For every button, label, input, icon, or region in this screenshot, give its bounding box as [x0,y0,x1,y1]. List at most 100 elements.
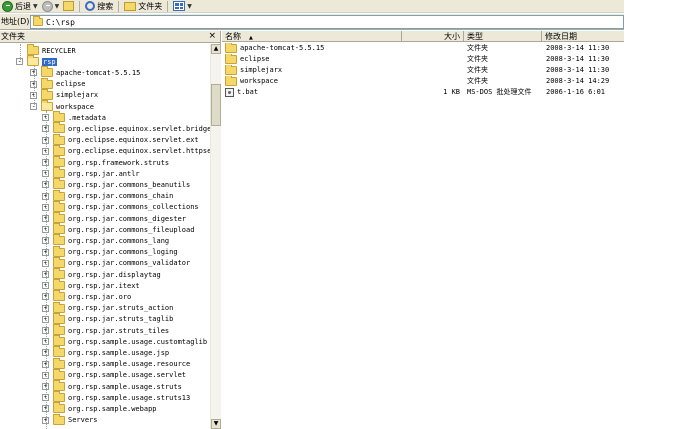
tree-item[interactable]: + org.rsp.sample.usage.resource [42,357,190,370]
file-row[interactable]: apache-tomcat-5.5.15 文件夹 2008-3-14 11:30 [222,43,624,54]
tree-item[interactable]: + org.rsp.jar.commons_fileupload [42,223,195,235]
tree-item[interactable]: + org.rsp.jar.commons_collections [42,200,199,213]
tree-item-label: org.rsp.jar.displaytag [68,270,161,279]
back-label: 后退 [15,1,31,11]
forward-arrow-icon [41,0,53,12]
folder-icon [53,256,65,268]
tree-item-label: org.rsp.jar.commons_chain [68,192,174,201]
file-size [402,65,460,76]
file-row[interactable]: simplejarx 文件夹 2008-3-14 11:30 [222,65,624,76]
tree-item[interactable]: + org.rsp.jar.struts_action [42,301,174,314]
file-name-cell: apache-tomcat-5.5.15 [225,43,401,54]
tree-item[interactable]: + org.rsp.jar.struts_taglib [42,312,173,325]
tree-item[interactable]: + org.rsp.jar.struts_tiles [42,324,169,336]
up-folder-button[interactable] [61,0,76,13]
address-input[interactable]: C:\rsp [30,15,624,29]
tree-item[interactable]: - workspace [30,100,94,112]
tree-item[interactable]: + org.rsp.jar.commons_lang [42,234,170,246]
tree-item[interactable]: + org.rsp.sample.usage.servlet [42,368,186,381]
close-icon[interactable]: × [208,32,216,41]
column-header-size[interactable]: 大小 [402,31,464,42]
tree-item[interactable]: + org.rsp.sample.usage.struts [42,380,182,392]
views-button[interactable]: ▼ [171,0,194,13]
folder-icon [41,88,53,100]
scrollbar-thumb[interactable] [211,84,221,126]
tree-item-label: org.rsp.sample.usage.struts13 [68,393,191,402]
tree-item-label: org.rsp.sample.usage.struts [68,382,182,391]
tree-item[interactable]: + org.eclipse.equinox.servlet.bridge [42,122,210,134]
folder-icon [53,413,65,425]
column-header-type[interactable]: 类型 [464,31,542,42]
tree-item-label: org.rsp.jar.commons_validator [68,259,191,268]
file-name: workspace [240,77,278,85]
tree-item-label: org.rsp.sample.webapp [68,404,157,413]
tree-item-label: org.rsp.jar.commons_fileupload [68,225,195,234]
search-label: 搜索 [97,1,114,11]
tree-item[interactable]: + org.rsp.sample.usage.jsp [42,346,170,358]
tree-item[interactable]: + org.rsp.jar.commons_validator [42,256,191,269]
folder-icon [53,212,65,223]
views-dropdown-icon[interactable]: ▼ [187,3,192,10]
column-header-modified[interactable]: 修改日期 [542,31,624,42]
file-row[interactable]: workspace 文件夹 2008-3-14 14:29 [222,76,624,87]
file-row[interactable]: t.bat 1 KB MS-DOS 批处理文件 2006-1-16 6:01 [222,87,624,98]
tree-item-label: org.rsp.jar.commons_loging [68,248,178,257]
folder-pane-title: 文件夹 [1,32,25,41]
file-size: 1 KB [443,88,460,96]
tree-item[interactable]: + Servers [42,413,98,426]
tree-item-label: org.rsp.jar.struts_action [68,304,174,313]
folders-button[interactable]: 文件夹 [122,0,164,13]
folder-icon [53,357,65,369]
file-size [402,43,460,54]
tree-item[interactable]: + .metadata [42,111,106,123]
tree-item[interactable]: RECYCLER [16,44,76,56]
tree-item[interactable]: + org.rsp.sample.usage.struts13 [42,391,191,403]
folder-icon [53,133,65,145]
tree-item[interactable]: + org.eclipse.equinox.servlet.ext [42,133,199,146]
tree-item[interactable]: + eclipse [30,77,86,90]
folder-icon [53,234,65,246]
tree-item[interactable]: + org.rsp.jar.commons_chain [42,189,174,202]
tree-item-label: org.rsp.jar.commons_lang [68,236,170,245]
forward-dropdown-icon[interactable]: ▼ [55,3,60,10]
tree-connector [34,66,35,107]
folder-pane: 文件夹 × RECYCLER - rsp + apache-tomcat-5.5.15 +… [0,31,221,429]
back-arrow-icon [2,0,13,12]
file-type: MS-DOS 批处理文件 [467,88,532,96]
folder-pane-scrollbar[interactable]: ▲ ▼ [210,44,221,429]
tree-item[interactable]: + org.rsp.jar.commons_loging [42,245,178,258]
tree-connector [20,44,21,63]
tree-item[interactable]: + org.eclipse.equinox.servlet.httpserv [42,144,210,157]
file-row[interactable]: eclipse 文件夹 2008-3-14 11:30 [222,54,624,65]
folder-icon [53,122,65,134]
back-button[interactable]: 后退 ▼ [0,0,40,13]
tree-item-label: org.eclipse.equinox.servlet.bridge [68,124,210,133]
tree-item[interactable]: + org.rsp.jar.commons_beanutils [42,178,190,190]
file-size [402,76,460,87]
folder-icon [53,301,65,313]
tree-item-label: org.rsp.sample.usage.jsp [68,348,170,357]
search-button[interactable]: 搜索 [83,0,115,13]
folder-icon [53,268,65,279]
folder-icon [225,54,237,64]
folder-icon [225,43,237,53]
tree-item[interactable]: + org.rsp.framework.struts [42,156,169,168]
scroll-up-icon[interactable]: ▲ [211,44,221,54]
tree-connector [46,111,47,429]
tree-item[interactable]: + org.rsp.sample.usage.customtaglib [42,335,207,347]
back-dropdown-icon[interactable]: ▼ [33,3,38,10]
tree-item[interactable]: - rsp [16,55,57,67]
file-list-pane: 名称 ▲ 大小 类型 修改日期 apache-tomcat-5.5.15 文件夹 20… [222,31,624,429]
column-name-label: 名称 [225,32,241,41]
tree-item[interactable]: + org.rsp.jar.commons_digester [42,212,186,224]
file-name-cell: simplejarx [225,65,401,76]
file-size [402,54,460,65]
column-header-name[interactable]: 名称 ▲ [222,31,402,42]
forward-button[interactable]: ▼ [40,0,62,13]
address-value[interactable]: C:\rsp [46,18,75,27]
folder-icon [53,380,65,391]
scroll-down-icon[interactable]: ▼ [211,419,221,429]
search-icon [85,1,96,11]
tree-item-label: org.rsp.jar.commons_collections [68,203,199,212]
file-name-cell: eclipse [225,54,401,65]
